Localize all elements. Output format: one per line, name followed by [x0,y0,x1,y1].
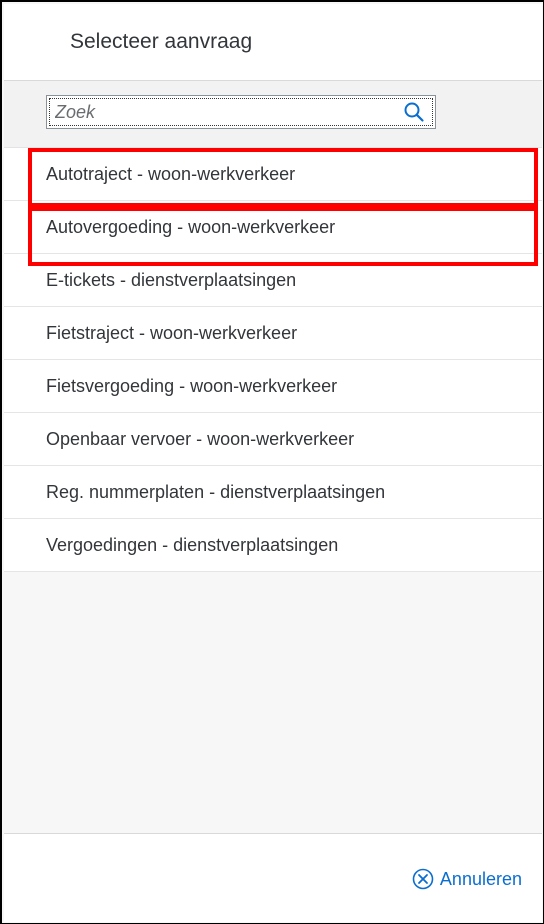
list-item-label: Fietsvergoeding - woon-werkverkeer [46,376,338,396]
request-list: Autotraject - woon-werkverkeer Autovergo… [4,148,542,572]
cancel-button[interactable]: Annuleren [412,864,522,894]
list-item-label: Openbaar vervoer - woon-werkverkeer [46,429,355,449]
list-item-autotraject[interactable]: Autotraject - woon-werkverkeer [4,148,542,201]
decline-icon [412,868,434,890]
cancel-label: Annuleren [439,868,522,889]
list-item-openbaar-vervoer[interactable]: Openbaar vervoer - woon-werkverkeer [4,413,542,466]
dialog-title: Selecteer aanvraag [70,30,253,53]
dialog-footer: Annuleren [4,833,542,922]
list-item-fietsvergoeding[interactable]: Fietsvergoeding - woon-werkverkeer [4,360,542,413]
list-item-label: Autotraject - woon-werkverkeer [46,164,296,184]
search-bar [4,81,542,148]
list-item-vergoedingen[interactable]: Vergoedingen - dienstverplaatsingen [4,519,542,572]
list-item-label: Vergoedingen - dienstverplaatsingen [46,535,339,555]
list-item-autovergoeding[interactable]: Autovergoeding - woon-werkverkeer [4,201,542,254]
search-icon[interactable] [403,101,425,123]
list-item-e-tickets[interactable]: E-tickets - dienstverplaatsingen [4,254,542,307]
list-item-label: E-tickets - dienstverplaatsingen [46,270,297,290]
list-item-label: Autovergoeding - woon-werkverkeer [46,217,336,237]
dialog-header: Selecteer aanvraag [4,4,542,81]
search-input[interactable] [55,100,385,124]
list-item-label: Fietstraject - woon-werkverkeer [46,323,298,343]
list-item-fietstraject[interactable]: Fietstraject - woon-werkverkeer [4,307,542,360]
list-item-reg-nummerplaten[interactable]: Reg. nummerplaten - dienstverplaatsingen [4,466,542,519]
list-item-label: Reg. nummerplaten - dienstverplaatsingen [46,482,386,502]
select-request-dialog: Selecteer aanvraag Autotraject - woon-we… [0,0,544,924]
search-field[interactable] [46,95,436,129]
